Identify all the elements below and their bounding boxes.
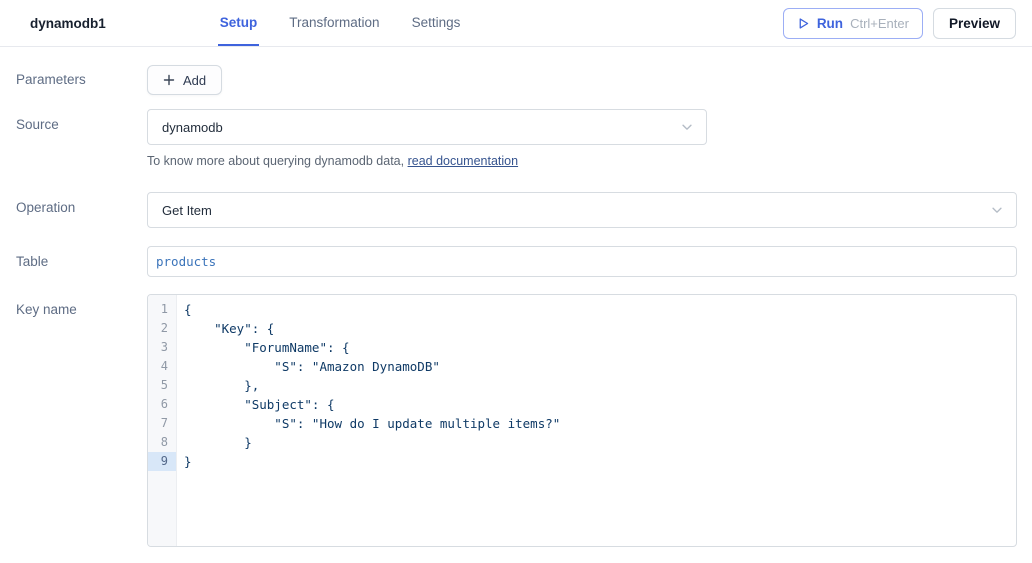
query-tabs: Setup Transformation Settings (218, 0, 491, 46)
tab-settings[interactable]: Settings (410, 0, 463, 46)
header-actions: Run Ctrl+Enter Preview (783, 0, 1016, 46)
line-number: 7 (148, 414, 176, 433)
editor-code-area[interactable]: { "Key": { "ForumName": { "S": "Amazon D… (177, 295, 1016, 546)
operation-select[interactable]: Get Item (147, 192, 1017, 228)
code-line: } (177, 452, 1016, 471)
line-number: 1 (148, 300, 176, 319)
code-line: }, (177, 376, 1016, 395)
query-name[interactable]: dynamodb1 (30, 16, 106, 31)
source-helper-prefix: To know more about querying dynamodb dat… (147, 154, 408, 168)
operation-row: Operation Get Item (0, 192, 1032, 228)
preview-button[interactable]: Preview (933, 8, 1016, 39)
code-line: "S": "How do I update multiple items?" (177, 414, 1016, 433)
query-header: dynamodb1 Setup Transformation Settings … (0, 0, 1032, 47)
source-select-value: dynamodb (162, 120, 223, 135)
source-helper-text: To know more about querying dynamodb dat… (147, 154, 1032, 168)
source-label: Source (16, 109, 147, 168)
line-number: 8 (148, 433, 176, 452)
line-number: 3 (148, 338, 176, 357)
table-input[interactable]: products (147, 246, 1017, 277)
code-line: { (177, 300, 1016, 319)
operation-label: Operation (16, 192, 147, 228)
tab-transformation[interactable]: Transformation (287, 0, 381, 46)
table-input-value: products (156, 254, 216, 269)
parameters-row: Parameters Add (0, 65, 1032, 95)
key-name-row: Key name 1 2 3 4 5 6 7 8 9 { "Key": { "F… (0, 294, 1032, 547)
code-line: "Subject": { (177, 395, 1016, 414)
chevron-down-icon (990, 203, 1004, 217)
run-button-shortcut: Ctrl+Enter (850, 16, 909, 31)
line-number-active: 9 (148, 452, 176, 471)
chevron-down-icon (680, 120, 694, 134)
table-row: Table products (0, 246, 1032, 277)
parameters-label: Parameters (16, 65, 147, 95)
line-number: 2 (148, 319, 176, 338)
editor-gutter: 1 2 3 4 5 6 7 8 9 (148, 295, 177, 546)
operation-select-value: Get Item (162, 203, 212, 218)
code-line: } (177, 433, 1016, 452)
tab-setup[interactable]: Setup (218, 0, 260, 46)
code-line: "S": "Amazon DynamoDB" (177, 357, 1016, 376)
run-button[interactable]: Run Ctrl+Enter (783, 8, 923, 39)
key-name-label: Key name (16, 294, 147, 547)
add-parameter-label: Add (183, 73, 206, 88)
plus-icon (163, 74, 175, 86)
add-parameter-button[interactable]: Add (147, 65, 222, 95)
line-number: 4 (148, 357, 176, 376)
play-icon (797, 17, 810, 30)
line-number: 6 (148, 395, 176, 414)
read-documentation-link[interactable]: read documentation (408, 154, 519, 168)
key-name-editor[interactable]: 1 2 3 4 5 6 7 8 9 { "Key": { "ForumName"… (147, 294, 1017, 547)
code-line: "Key": { (177, 319, 1016, 338)
table-label: Table (16, 246, 147, 277)
run-button-label: Run (817, 16, 843, 31)
source-select[interactable]: dynamodb (147, 109, 707, 145)
source-row: Source dynamodb To know more about query… (0, 109, 1032, 168)
code-line: "ForumName": { (177, 338, 1016, 357)
line-number: 5 (148, 376, 176, 395)
